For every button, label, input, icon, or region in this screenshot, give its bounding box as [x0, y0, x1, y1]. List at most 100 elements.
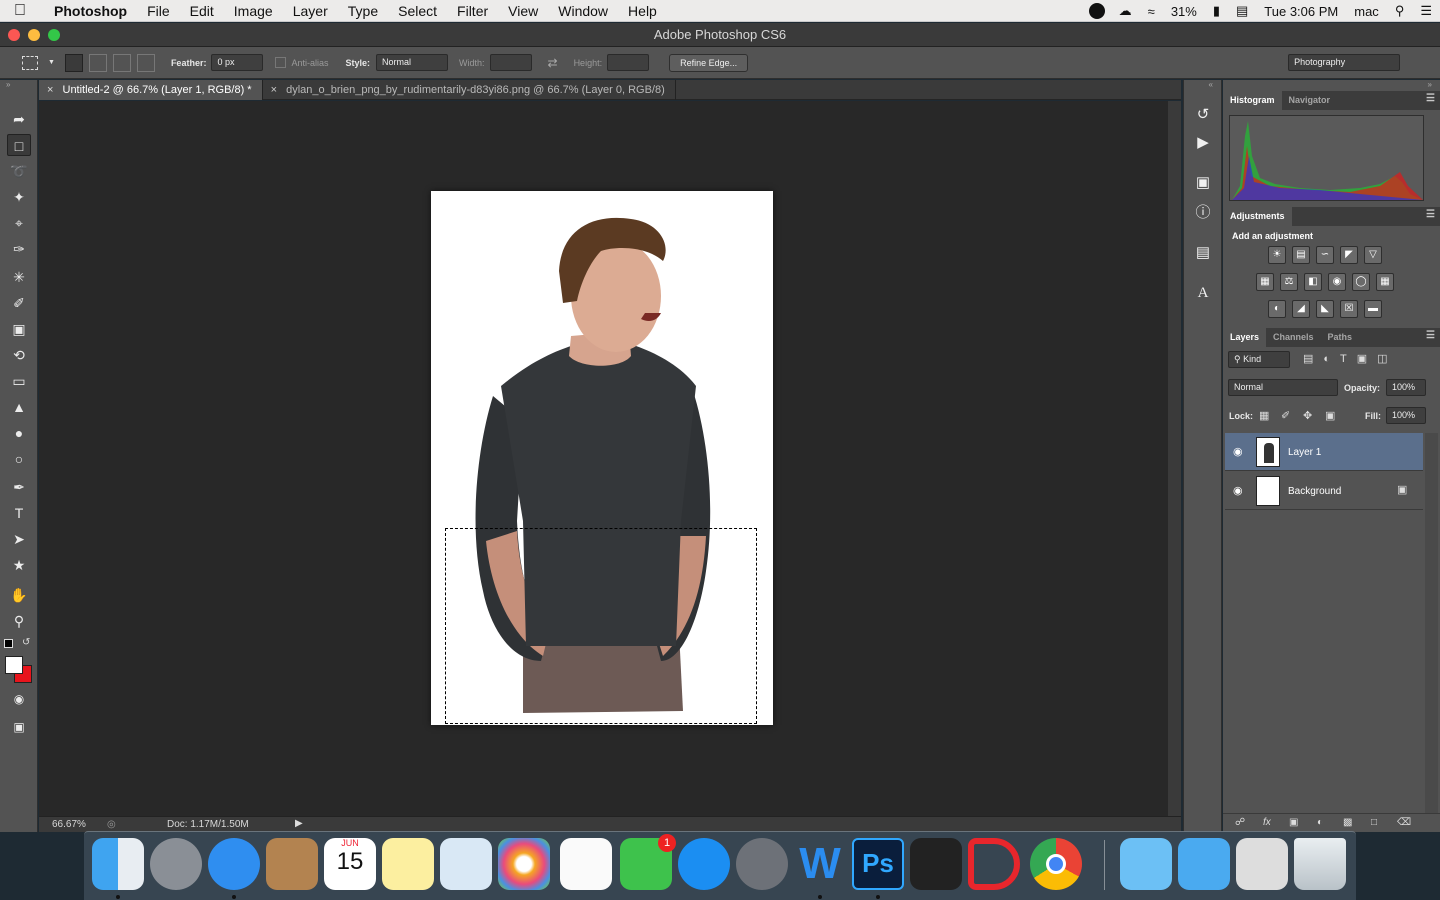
doc-tab-untitled-2[interactable]: × Untitled-2 @ 66.7% (Layer 1, RGB/8) * — [39, 80, 263, 100]
posterize-icon[interactable]: ◢ — [1292, 300, 1310, 318]
lock-transparent-icon[interactable]: ▦ — [1259, 409, 1269, 422]
tab-navigator[interactable]: Navigator — [1282, 91, 1338, 110]
blur-tool-icon[interactable]: ● — [7, 422, 31, 444]
exposure-icon[interactable]: ◤ — [1340, 246, 1358, 264]
gradient-map-icon[interactable]: ▬ — [1364, 300, 1382, 318]
menu-file[interactable]: File — [137, 3, 180, 19]
levels-icon[interactable]: ▤ — [1292, 246, 1310, 264]
launchpad-icon[interactable] — [150, 838, 202, 890]
fill-input[interactable]: 100% — [1386, 407, 1426, 424]
invert-icon[interactable]: ◐ — [1268, 300, 1286, 318]
color-lookup-icon[interactable]: ▦ — [1376, 273, 1394, 291]
eyedropper-tool-icon[interactable]: ✑ — [7, 238, 31, 260]
healing-brush-tool-icon[interactable]: ✳ — [7, 266, 31, 288]
status-info-icon[interactable]: ◎ — [107, 819, 116, 830]
refine-edge-button[interactable]: Refine Edge... — [669, 53, 749, 72]
layer-style-icon[interactable]: fx — [1263, 817, 1271, 828]
new-selection-button[interactable] — [64, 53, 83, 72]
workspace-select[interactable]: Photography — [1288, 54, 1401, 71]
clone-stamp-tool-icon[interactable]: ▣ — [7, 318, 31, 340]
threshold-icon[interactable]: ◣ — [1316, 300, 1334, 318]
hand-tool-icon[interactable]: ✋ — [7, 584, 31, 606]
feather-input[interactable]: 0 px — [211, 54, 264, 71]
vertical-scrollbar[interactable] — [1168, 101, 1181, 816]
input-source-icon[interactable]: ▤ — [1228, 3, 1256, 19]
height-input[interactable] — [607, 54, 650, 71]
add-mask-icon[interactable]: ▣ — [1289, 817, 1298, 828]
panel-menu-icon[interactable]: ☰ — [1426, 93, 1435, 104]
vibrance-icon[interactable]: ▽ — [1364, 246, 1382, 264]
hue-saturation-icon[interactable]: ▦ — [1256, 273, 1274, 291]
tool-preset-picker[interactable] — [22, 55, 38, 70]
magic-wand-tool-icon[interactable]: ✦ — [7, 186, 31, 208]
menu-window[interactable]: Window — [548, 3, 618, 19]
battery-icon[interactable]: ▮ — [1205, 3, 1228, 19]
photo-filter-icon[interactable]: ◉ — [1328, 273, 1346, 291]
menu-edit[interactable]: Edit — [180, 3, 224, 19]
type-tool-icon[interactable]: T — [7, 502, 31, 524]
menu-image[interactable]: Image — [224, 3, 283, 19]
zoom-level[interactable]: 66.67% — [52, 819, 86, 830]
dodge-tool-icon[interactable]: ○ — [7, 448, 31, 470]
clock[interactable]: Tue 3:06 PM — [1256, 4, 1346, 19]
minimize-window-button[interactable] — [28, 29, 40, 41]
layer-row-background[interactable]: ◉ Background ▣ — [1225, 472, 1423, 510]
menu-filter[interactable]: Filter — [447, 3, 498, 19]
creative-cloud-icon[interactable]: ☁ — [1111, 3, 1140, 19]
properties-panel-icon[interactable]: ▣ — [1192, 172, 1214, 194]
kind-filter-select[interactable]: ⚲ Kind — [1228, 351, 1290, 368]
delete-layer-icon[interactable]: ⌫ — [1397, 817, 1411, 828]
color-balance-icon[interactable]: ⚖ — [1280, 273, 1298, 291]
final-cut-icon[interactable] — [910, 838, 962, 890]
move-tool-icon[interactable]: ➦ — [7, 108, 31, 130]
antialias-checkbox[interactable] — [275, 57, 287, 68]
m-status-icon[interactable] — [1088, 3, 1105, 19]
chrome-icon[interactable] — [1030, 838, 1082, 890]
tab-layers[interactable]: Layers — [1223, 328, 1267, 347]
new-group-icon[interactable]: ▩ — [1343, 817, 1352, 828]
collapse-dock-icon[interactable]: » — [1428, 80, 1432, 89]
menu-help[interactable]: Help — [618, 3, 667, 19]
eye-icon[interactable]: ◉ — [1233, 445, 1243, 458]
lock-icon[interactable]: ▣ — [1397, 483, 1407, 496]
character-panel-icon[interactable]: A — [1192, 282, 1214, 304]
swap-width-height-icon[interactable]: ⇄ — [548, 56, 558, 70]
eye-icon[interactable]: ◉ — [1233, 484, 1243, 497]
battery-percent[interactable]: 31% — [1163, 4, 1205, 19]
black-white-icon[interactable]: ◧ — [1304, 273, 1322, 291]
selection-marquee[interactable] — [445, 528, 757, 724]
maps-icon[interactable] — [440, 838, 492, 890]
lock-position-icon[interactable]: ✥ — [1303, 409, 1312, 422]
selective-color-icon[interactable]: ☒ — [1340, 300, 1358, 318]
history-brush-tool-icon[interactable]: ⟲ — [7, 344, 31, 366]
info-panel-icon[interactable]: ⓘ — [1192, 202, 1214, 224]
safari-icon[interactable] — [208, 838, 260, 890]
opacity-input[interactable]: 100% — [1386, 379, 1426, 396]
pen-tool-icon[interactable]: ✒ — [7, 476, 31, 498]
style-select[interactable]: Normal — [375, 54, 448, 71]
close-icon[interactable]: × — [271, 84, 277, 96]
notification-center-icon[interactable]: ☰ — [1412, 3, 1440, 19]
swap-colors-icon[interactable]: ↺ — [22, 637, 30, 648]
marquee-tool-icon[interactable]: □ — [7, 134, 31, 156]
facetime-icon[interactable]: 1 — [620, 834, 676, 890]
collapse-panels-icon[interactable]: « — [1209, 80, 1213, 89]
shape-tool-icon[interactable]: ★ — [7, 554, 31, 576]
word-icon[interactable]: W — [794, 838, 846, 890]
reminders-icon[interactable] — [560, 838, 612, 890]
clone-source-panel-icon[interactable]: ▤ — [1192, 242, 1214, 264]
lasso-tool-icon[interactable]: ➰ — [7, 160, 31, 182]
new-adjustment-icon[interactable]: ◐ — [1317, 817, 1323, 828]
zoom-tool-icon[interactable]: ⚲ — [7, 610, 31, 632]
photos-icon[interactable] — [498, 838, 550, 890]
link-layers-icon[interactable]: ☍ — [1235, 817, 1245, 828]
subtract-from-selection-button[interactable] — [112, 53, 131, 72]
layer-row-layer-1[interactable]: ◉ Layer 1 — [1225, 433, 1423, 471]
brush-tool-icon[interactable]: ✐ — [7, 292, 31, 314]
tab-channels[interactable]: Channels — [1266, 328, 1321, 347]
menu-select[interactable]: Select — [388, 3, 447, 19]
add-to-selection-button[interactable] — [88, 53, 107, 72]
blend-mode-select[interactable]: Normal — [1228, 379, 1338, 396]
crop-tool-icon[interactable]: ⌖ — [7, 212, 31, 234]
user-menu[interactable]: mac — [1346, 4, 1387, 19]
